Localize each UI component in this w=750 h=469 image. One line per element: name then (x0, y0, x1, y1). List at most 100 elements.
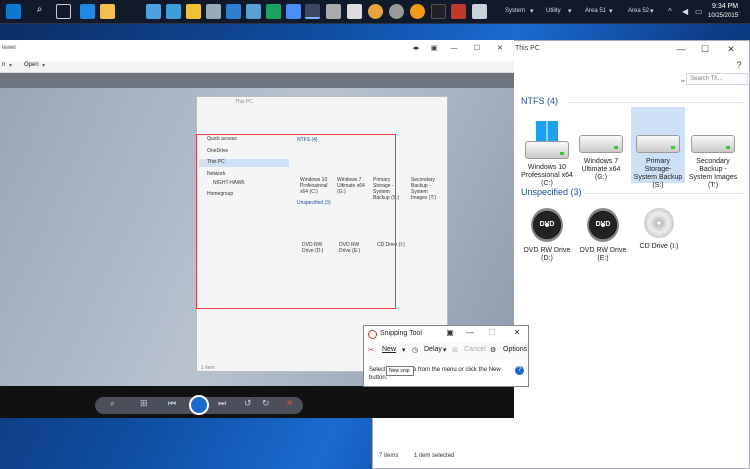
help-icon[interactable]: ? (515, 366, 524, 375)
network-icon[interactable] (431, 4, 446, 19)
chevron-down-icon[interactable]: ▾ (609, 7, 613, 15)
clock-icon: ◷ (412, 347, 419, 354)
snip-selection-rectangle (196, 134, 396, 309)
group-header-unspecified[interactable]: Unspecified (3) (521, 187, 582, 197)
drive-s[interactable]: Primary Storage- System Backup (S:) (632, 135, 684, 190)
taskbar: ⌕ System ▾ Utility ▾ Area 51 ▾ Area 52 ▾… (0, 0, 750, 24)
drive-icon (579, 135, 623, 153)
close-button[interactable]: ✕ (721, 42, 741, 56)
rotate-left-icon[interactable]: ↺ (244, 398, 252, 409)
drive-c[interactable]: Windows 10 Professional x64 (C:) (521, 121, 573, 188)
options-button[interactable]: Options (503, 346, 527, 353)
group-header-ntfs[interactable]: NTFS (4) (521, 96, 558, 106)
tooltip: New snip (386, 366, 414, 376)
maximize-button[interactable]: ☐ (695, 42, 715, 56)
shield-icon[interactable] (410, 4, 425, 19)
drive-d[interactable]: DVD DVD RW Drive (D:) (521, 208, 573, 263)
windows-logo-icon (536, 121, 558, 143)
minimize-button[interactable]: — (460, 326, 480, 340)
start-icon[interactable] (6, 4, 21, 19)
network-tray-icon[interactable]: ▭ (695, 7, 703, 16)
calc-icon[interactable] (206, 4, 221, 19)
explorer-icon[interactable] (100, 4, 115, 19)
recycle-icon[interactable] (472, 4, 487, 19)
status-item-count: 7 items (379, 453, 399, 459)
chevron-down-icon[interactable]: ▾ (568, 7, 572, 15)
rotate-right-icon[interactable]: ↻ (262, 398, 270, 409)
drive-label: Windows 7 Ultimate x64 (G:) (581, 158, 621, 181)
media-icon[interactable] (166, 4, 181, 19)
vlc-icon[interactable] (368, 4, 383, 19)
window-title: iewer (2, 45, 17, 51)
chevron-down-icon[interactable]: ▾ (9, 62, 12, 69)
chevron-down-icon[interactable]: ▾ (443, 346, 447, 354)
menu-item-open[interactable]: Open (24, 62, 39, 68)
search-icon[interactable]: ⌕ (32, 4, 47, 19)
minimize-button[interactable]: — (444, 42, 464, 56)
tray-overflow-icon[interactable]: ^ (668, 7, 672, 16)
pin-icon[interactable] (326, 4, 341, 19)
firefox-icon[interactable] (266, 4, 281, 19)
ie-icon[interactable] (80, 4, 95, 19)
new-button[interactable]: New (382, 346, 396, 353)
clock-time[interactable]: 9:34 PM (712, 3, 738, 10)
new-snip-icon: ✂ (368, 347, 374, 354)
task-view-icon[interactable] (56, 4, 71, 19)
snipping-icon[interactable] (305, 4, 320, 19)
edge-icon[interactable] (286, 4, 301, 19)
tray-label-area51[interactable]: Area 51 (585, 8, 606, 14)
snipping-tool-window: Snipping Tool ▣ — ☐ ✕ ✂ New ▾ ◷ Delay ▾ … (363, 325, 529, 387)
menu-item-file[interactable]: n (2, 62, 5, 68)
archive-icon[interactable] (389, 4, 404, 19)
dvd-icon: DVD (587, 208, 619, 242)
search-input[interactable]: Search Th... (686, 73, 748, 85)
delay-button[interactable]: Delay (424, 346, 442, 353)
chevron-down-icon[interactable]: ▾ (42, 62, 45, 69)
drive-label: Secondary Backup - System Images (T:) (688, 158, 738, 189)
drive-g[interactable]: Windows 7 Ultimate x64 (G:) (575, 135, 627, 182)
cancel-icon: ⊠ (452, 347, 458, 354)
zoom-icon[interactable]: ⌕ (110, 398, 115, 409)
tray-label-area52[interactable]: Area 52 (628, 8, 649, 14)
restore-view-icon[interactable]: ▣ (440, 326, 460, 340)
next-icon[interactable]: ⏭ (218, 398, 226, 409)
close-button[interactable]: ✕ (507, 326, 527, 340)
preview-taskbar (0, 73, 514, 88)
tray-label-system[interactable]: System (505, 8, 525, 14)
cd-icon (644, 208, 674, 238)
drive-e[interactable]: DVD DVD RW Drive (E:) (577, 208, 629, 263)
drive-label: CD Drive (I:) (639, 243, 679, 250)
minimize-button[interactable]: — (671, 42, 691, 56)
speaker-icon[interactable]: ◀ (682, 7, 688, 16)
drive-icon (636, 135, 680, 153)
app-icon[interactable] (451, 4, 466, 19)
slideshow-button[interactable] (189, 395, 209, 415)
drive-t[interactable]: Secondary Backup - System Images (T:) (687, 135, 739, 190)
chevron-down-icon[interactable]: ▾ (402, 346, 406, 354)
snap-icon[interactable]: ◂▸ (406, 42, 426, 56)
restore-view-icon[interactable]: ▣ (424, 42, 444, 56)
settings-icon[interactable] (246, 4, 261, 19)
tray-label-utility[interactable]: Utility (546, 8, 561, 14)
clock-date[interactable]: 10/25/2015 (708, 13, 738, 19)
actual-size-icon[interactable]: ⊞ (140, 398, 148, 409)
gear-icon: ⚙ (490, 347, 497, 354)
drive-icon (691, 135, 735, 153)
group-divider (585, 193, 745, 194)
mail-icon[interactable] (146, 4, 161, 19)
tool-icon[interactable] (226, 4, 241, 19)
help-icon[interactable]: ? (729, 58, 749, 72)
previous-icon[interactable]: ⏮ (168, 398, 176, 409)
dvd-icon: DVD (531, 208, 563, 242)
preview-drive: Secondary Backup - System Images (T:) (411, 177, 437, 201)
maximize-button[interactable]: ☐ (467, 42, 487, 56)
drive-i[interactable]: CD Drive (I:) (633, 208, 685, 251)
close-button[interactable]: ✕ (490, 42, 510, 56)
chrome-icon[interactable] (347, 4, 362, 19)
chevron-down-icon[interactable]: ▾ (530, 7, 534, 15)
delete-icon[interactable]: ✕ (286, 398, 294, 409)
drive-label: DVD RW Drive (D:) (523, 247, 571, 262)
drive-label: Windows 10 Professional x64 (C:) (521, 164, 573, 187)
folder-icon[interactable] (186, 4, 201, 19)
chevron-down-icon[interactable]: ▾ (650, 7, 654, 15)
